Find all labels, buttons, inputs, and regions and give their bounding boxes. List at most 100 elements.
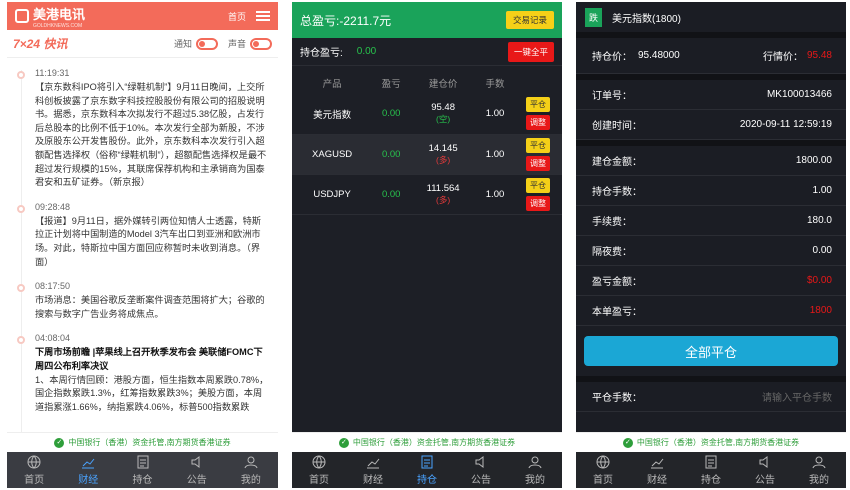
banner-text: 中国银行（香港）资金托管,南方期货香港证券 xyxy=(636,438,800,447)
timeline-dot xyxy=(17,284,25,293)
speaker-icon xyxy=(475,455,484,468)
col-lots: 手数 xyxy=(485,79,505,90)
close-lots-row: 平仓手数： 请输入平仓手数 xyxy=(576,382,846,412)
price-cell: 111.564 (多) xyxy=(410,174,477,215)
product-cell: XAGUSD xyxy=(292,134,373,175)
position-pnl-value: 0.00 xyxy=(356,46,377,57)
bottom-nav: 首页 财经 持仓 公告 我的 xyxy=(576,452,846,488)
news-item[interactable]: 04:08:04 下周市场前瞻 |苹果线上召开秋季发布会 美联储FOMC下周四公布… xyxy=(17,333,270,414)
banner-text: 中国银行（香港）资金托管,南方期货香港证券 xyxy=(68,438,231,447)
news-item[interactable]: 09:28:48 【报道】9月11日，据外媒转引两位知情人士透露，特斯拉正计划将中… xyxy=(17,202,270,269)
nav-profile[interactable]: 我的 xyxy=(508,452,562,488)
chart-icon xyxy=(651,458,664,468)
close-all-button[interactable]: 全部平仓 xyxy=(584,336,838,366)
news-text: 【报道】9月11日，据外媒转引两位知情人士透露，特斯拉正计划将中国制造的Mode… xyxy=(35,215,261,267)
nav-finance[interactable]: 财经 xyxy=(61,452,115,488)
table-row[interactable]: 美元指数 0.00 95.48 (空) 1.00 平仓 调整 xyxy=(292,94,562,135)
news-feed[interactable]: 11:19:31 【京东数科IPO将引入“绿鞋机制”】9月11日晚间，上交所科创板… xyxy=(7,62,278,432)
product-cell: USDJPY xyxy=(292,174,373,215)
close-position-button[interactable]: 平仓 xyxy=(526,177,550,193)
news-item[interactable]: 08:17:50 市场消息：美国谷歌反垄断案件调查范围将扩大；谷歌的搜索与数字广告… xyxy=(17,281,270,321)
pnl-cell: 0.00 xyxy=(372,174,411,215)
news-time: 11:19:31 xyxy=(35,68,70,78)
custody-banner: ✓ 中国银行（香港）资金托管,南方期货香港证券 xyxy=(576,432,846,452)
pnl-cell: 0.00 xyxy=(372,134,411,175)
total-pnl-bar: 总盈亏: -2211.7元 交易记录 xyxy=(292,2,562,38)
news-text: 【京东数科IPO将引入“绿鞋机制”】9月11日晚间，上交所科创板披露了京东数字科… xyxy=(35,82,267,188)
direction-badge: 跌 xyxy=(585,7,603,27)
globe-icon xyxy=(27,455,41,468)
detail-row: 手续费： 180.0 xyxy=(576,206,846,236)
total-pnl-value: -2211.7元 xyxy=(339,13,392,28)
custody-banner: ✓ 中国银行（香港）资金托管,南方期货香港证券 xyxy=(7,432,278,452)
menu-icon[interactable] xyxy=(256,11,270,21)
news-time: 08:17:50 xyxy=(35,281,71,292)
total-pnl-label: 总盈亏: xyxy=(300,13,340,28)
holdings-table: 产品 盈亏 建仓价 手数 美元指数 0.00 95.48 (空) 1.00 平仓 调整 XAGUS… xyxy=(292,72,562,215)
logo-text: 美港电讯 xyxy=(33,6,86,22)
table-row[interactable]: XAGUSD 0.00 14.145 (多) 1.00 平仓 调整 xyxy=(292,134,562,175)
chart-icon xyxy=(367,458,380,468)
nav-finance[interactable]: 财经 xyxy=(346,452,400,488)
direction-long: (多) xyxy=(436,154,451,165)
home-link[interactable]: 首页 xyxy=(228,10,246,23)
lots-cell: 1.00 xyxy=(476,134,515,175)
custody-banner: ✓ 中国银行（香港）资金托管,南方期货香港证券 xyxy=(292,432,562,452)
detail-row: 持仓手数： 1.00 xyxy=(576,176,846,206)
hold-price: 95.48000 xyxy=(638,50,680,61)
price-row: 持仓价： 95.48000 行情价： 95.48 xyxy=(576,38,846,74)
nav-notice[interactable]: 公告 xyxy=(454,452,508,488)
close-position-button[interactable]: 平仓 xyxy=(526,137,550,153)
col-pnl: 盈亏 xyxy=(381,79,401,90)
adjust-button[interactable]: 调整 xyxy=(526,155,550,171)
bottom-nav: 首页 财经 持仓 公告 我的 xyxy=(7,452,278,488)
globe-icon xyxy=(596,455,610,468)
user-icon xyxy=(528,456,542,468)
col-actions xyxy=(514,72,562,94)
nav-home[interactable]: 首页 xyxy=(7,452,61,488)
chart-icon xyxy=(82,458,95,468)
list-icon xyxy=(705,455,717,468)
news-title: 下周市场前瞻 |苹果线上召开秋季发布会 美联储FOMC下周四公布利率决议 xyxy=(35,347,263,371)
nav-profile[interactable]: 我的 xyxy=(224,452,278,488)
nav-finance[interactable]: 财经 xyxy=(630,452,684,488)
holdings-screen: 总盈亏: -2211.7元 交易记录 持仓盈亏: 0.00 一键全平 产品 盈亏 建仓价 手数… xyxy=(292,2,562,488)
position-pnl-label: 持仓盈亏: xyxy=(300,48,343,59)
table-row[interactable]: USDJPY 0.00 111.564 (多) 1.00 平仓 调整 xyxy=(292,174,562,215)
pnl-cell: 0.00 xyxy=(372,94,411,135)
close-position-button[interactable]: 平仓 xyxy=(526,97,550,113)
nav-home[interactable]: 首页 xyxy=(292,452,346,488)
adjust-button[interactable]: 调整 xyxy=(526,195,550,211)
nav-holdings[interactable]: 持仓 xyxy=(400,452,454,488)
close-all-button[interactable]: 一键全平 xyxy=(507,41,554,62)
col-open-price: 建仓价 xyxy=(428,79,458,90)
nav-home[interactable]: 首页 xyxy=(576,452,630,488)
app-logo[interactable]: 美港电讯 GOLDHKNEWS.COM xyxy=(15,4,85,29)
news-subheader: 7×24 快讯 通知 声音 xyxy=(7,30,278,58)
sound-toggle[interactable] xyxy=(250,37,272,50)
list-icon xyxy=(137,455,148,468)
nav-notice[interactable]: 公告 xyxy=(738,452,792,488)
direction-short: (空) xyxy=(436,114,451,125)
close-lots-input[interactable]: 请输入平仓手数 xyxy=(762,389,832,404)
news-item[interactable]: 11:19:31 【京东数科IPO将引入“绿鞋机制”】9月11日晚间，上交所科创板… xyxy=(17,68,270,190)
adjust-button[interactable]: 调整 xyxy=(526,115,550,131)
news-header: 美港电讯 GOLDHKNEWS.COM 首页 xyxy=(7,2,278,30)
news-screen: 美港电讯 GOLDHKNEWS.COM 首页 7×24 快讯 通知 声音 11:19… xyxy=(7,2,278,488)
nav-notice[interactable]: 公告 xyxy=(170,452,224,488)
notify-label: 通知 xyxy=(173,39,192,49)
trade-records-button[interactable]: 交易记录 xyxy=(505,11,554,29)
nav-holdings[interactable]: 持仓 xyxy=(115,452,169,488)
nav-holdings[interactable]: 持仓 xyxy=(684,452,738,488)
price-cell: 95.48 (空) xyxy=(410,94,477,135)
detail-row: 隔夜费： 0.00 xyxy=(576,236,846,266)
product-cell: 美元指数 xyxy=(292,94,373,135)
notify-toggle[interactable] xyxy=(195,37,218,50)
news-text: 1、本周行情回顾：港股方面，恒生指数本周累跌0.78%，国企指数累跌1.3%，红… xyxy=(35,374,269,412)
detail-row: 本单盈亏： 1800 xyxy=(576,296,846,326)
nav-profile[interactable]: 我的 xyxy=(792,452,846,488)
banner-text: 中国银行（香港）资金托管,南方期货香港证券 xyxy=(352,438,516,447)
logo-icon xyxy=(15,9,29,23)
detail-row: 创建时间： 2020-09-11 12:59:19 xyxy=(576,110,846,140)
detail-row: 盈亏金额： $0.00 xyxy=(576,266,846,296)
